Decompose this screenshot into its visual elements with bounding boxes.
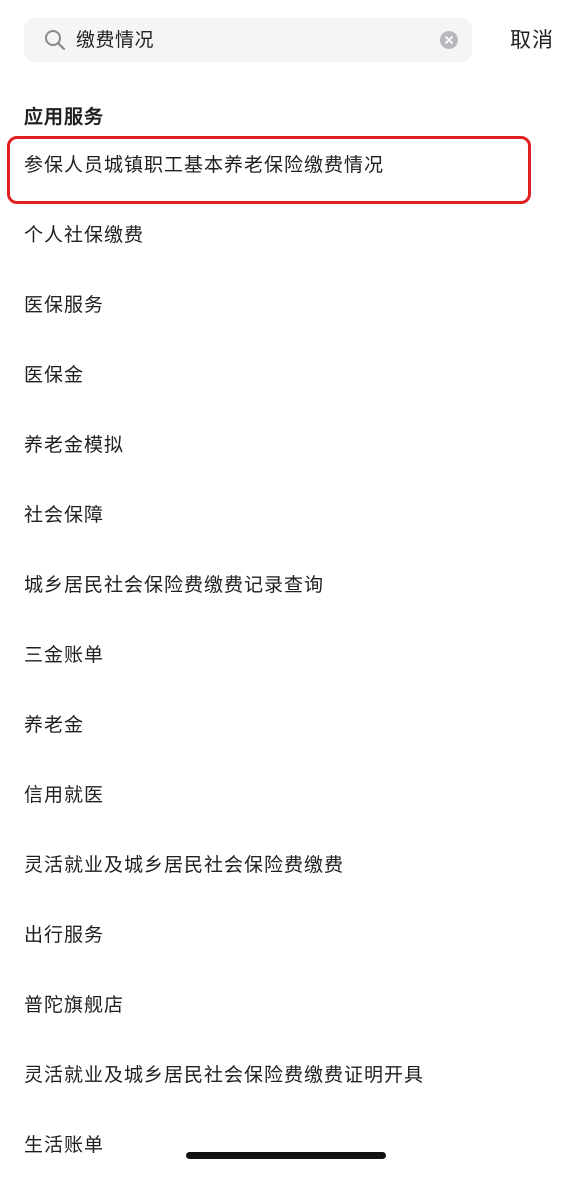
list-item-label: 灵活就业及城乡居民社会保险费缴费证明开具 <box>24 1064 425 1086</box>
list-item[interactable]: 养老金模拟 <box>0 412 568 482</box>
list-item-label: 普陀旗舰店 <box>24 994 125 1016</box>
list-item-label: 医保服务 <box>24 294 105 316</box>
list-item-label: 信用就医 <box>24 784 105 806</box>
list-item-label: 生活账单 <box>24 1134 105 1156</box>
list-item[interactable]: 医保服务 <box>0 272 568 342</box>
search-bar: 缴费情况 取消 <box>0 0 568 80</box>
search-icon <box>44 29 66 51</box>
search-input[interactable]: 缴费情况 <box>24 18 472 62</box>
list-item-label: 个人社保缴费 <box>24 224 145 246</box>
list-item-label: 参保人员城镇职工基本养老保险缴费情况 <box>24 154 385 176</box>
search-query-text[interactable]: 缴费情况 <box>76 28 154 52</box>
list-item[interactable]: 社会保障 <box>0 482 568 552</box>
list-item[interactable]: 出行服务 <box>0 902 568 972</box>
clear-icon[interactable] <box>440 31 458 49</box>
list-item[interactable]: 灵活就业及城乡居民社会保险费缴费 <box>0 832 568 902</box>
list-item-label: 养老金模拟 <box>24 434 125 456</box>
list-item-label: 养老金 <box>24 714 85 736</box>
list-item[interactable]: 城乡居民社会保险费缴费记录查询 <box>0 552 568 622</box>
list-item-label: 三金账单 <box>24 644 105 666</box>
cancel-button[interactable]: 取消 <box>510 24 554 56</box>
list-item[interactable]: 医保金 <box>0 342 568 412</box>
home-indicator[interactable] <box>186 1152 386 1159</box>
list-item-label: 出行服务 <box>24 924 105 946</box>
list-item[interactable]: 灵活就业及城乡居民社会保险费缴费证明开具 <box>0 1042 568 1112</box>
list-item-label: 城乡居民社会保险费缴费记录查询 <box>24 574 325 596</box>
list-item-label: 医保金 <box>24 364 85 386</box>
list-item[interactable]: 普陀旗舰店 <box>0 972 568 1042</box>
list-item[interactable]: 信用就医 <box>0 762 568 832</box>
results-list: 参保人员城镇职工基本养老保险缴费情况 个人社保缴费 医保服务 医保金 养老金模拟… <box>0 132 568 1182</box>
list-item[interactable]: 养老金 <box>0 692 568 762</box>
list-item-label: 灵活就业及城乡居民社会保险费缴费 <box>24 854 345 876</box>
list-item-label: 社会保障 <box>24 504 105 526</box>
section-title-app-services: 应用服务 <box>24 106 105 128</box>
list-item[interactable]: 三金账单 <box>0 622 568 692</box>
list-item[interactable]: 个人社保缴费 <box>0 202 568 272</box>
list-item[interactable]: 参保人员城镇职工基本养老保险缴费情况 <box>0 132 568 202</box>
